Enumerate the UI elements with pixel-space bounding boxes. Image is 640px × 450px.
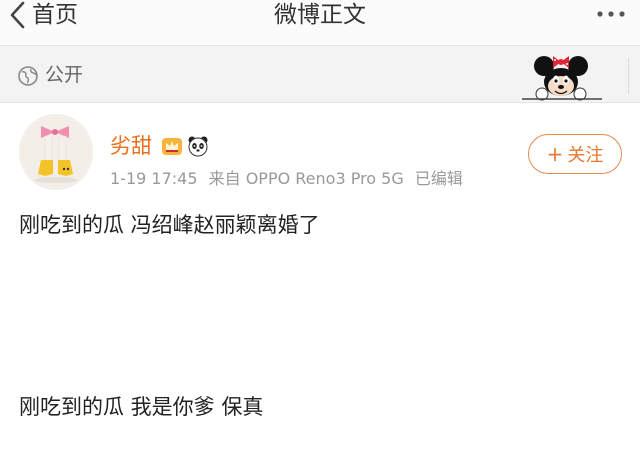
avatar[interactable]: [19, 114, 93, 190]
page-title: 微博正文: [274, 2, 366, 28]
author-name[interactable]: 劣甜: [110, 133, 152, 159]
more-dots-icon[interactable]: [596, 6, 626, 22]
post-time: 1-19 17:45: [110, 169, 198, 188]
post-text-line-1: 刚吃到的瓜 冯绍峰赵丽颖离婚了: [19, 213, 320, 237]
visibility-bar: 公开: [0, 45, 640, 103]
visibility-label: 公开: [45, 64, 84, 86]
vis-divider: [628, 58, 629, 94]
post-text-line-2: 刚吃到的瓜 我是你爹 保真: [19, 395, 264, 419]
follow-label: 关注: [567, 145, 604, 166]
post-meta: 1-19 17:45 来自 OPPO Reno3 Pro 5G 已编辑: [110, 168, 469, 190]
edited-label[interactable]: 已编辑: [415, 169, 463, 188]
top-nav-bar: 首页 微博正文: [0, 0, 640, 44]
minnie-mouse-sticker: [522, 56, 602, 101]
panda-emoji-icon: [188, 136, 208, 157]
post-source: 来自 OPPO Reno3 Pro 5G: [208, 169, 404, 188]
plus-icon: +: [546, 142, 564, 166]
follow-button[interactable]: + 关注: [528, 134, 622, 174]
post-card: 劣甜 1-19 17:45 来自 OPPO Reno3 Pro 5G 已编辑 +…: [0, 104, 640, 450]
crown-badge-icon[interactable]: [161, 135, 183, 157]
globe-icon: [18, 66, 38, 86]
